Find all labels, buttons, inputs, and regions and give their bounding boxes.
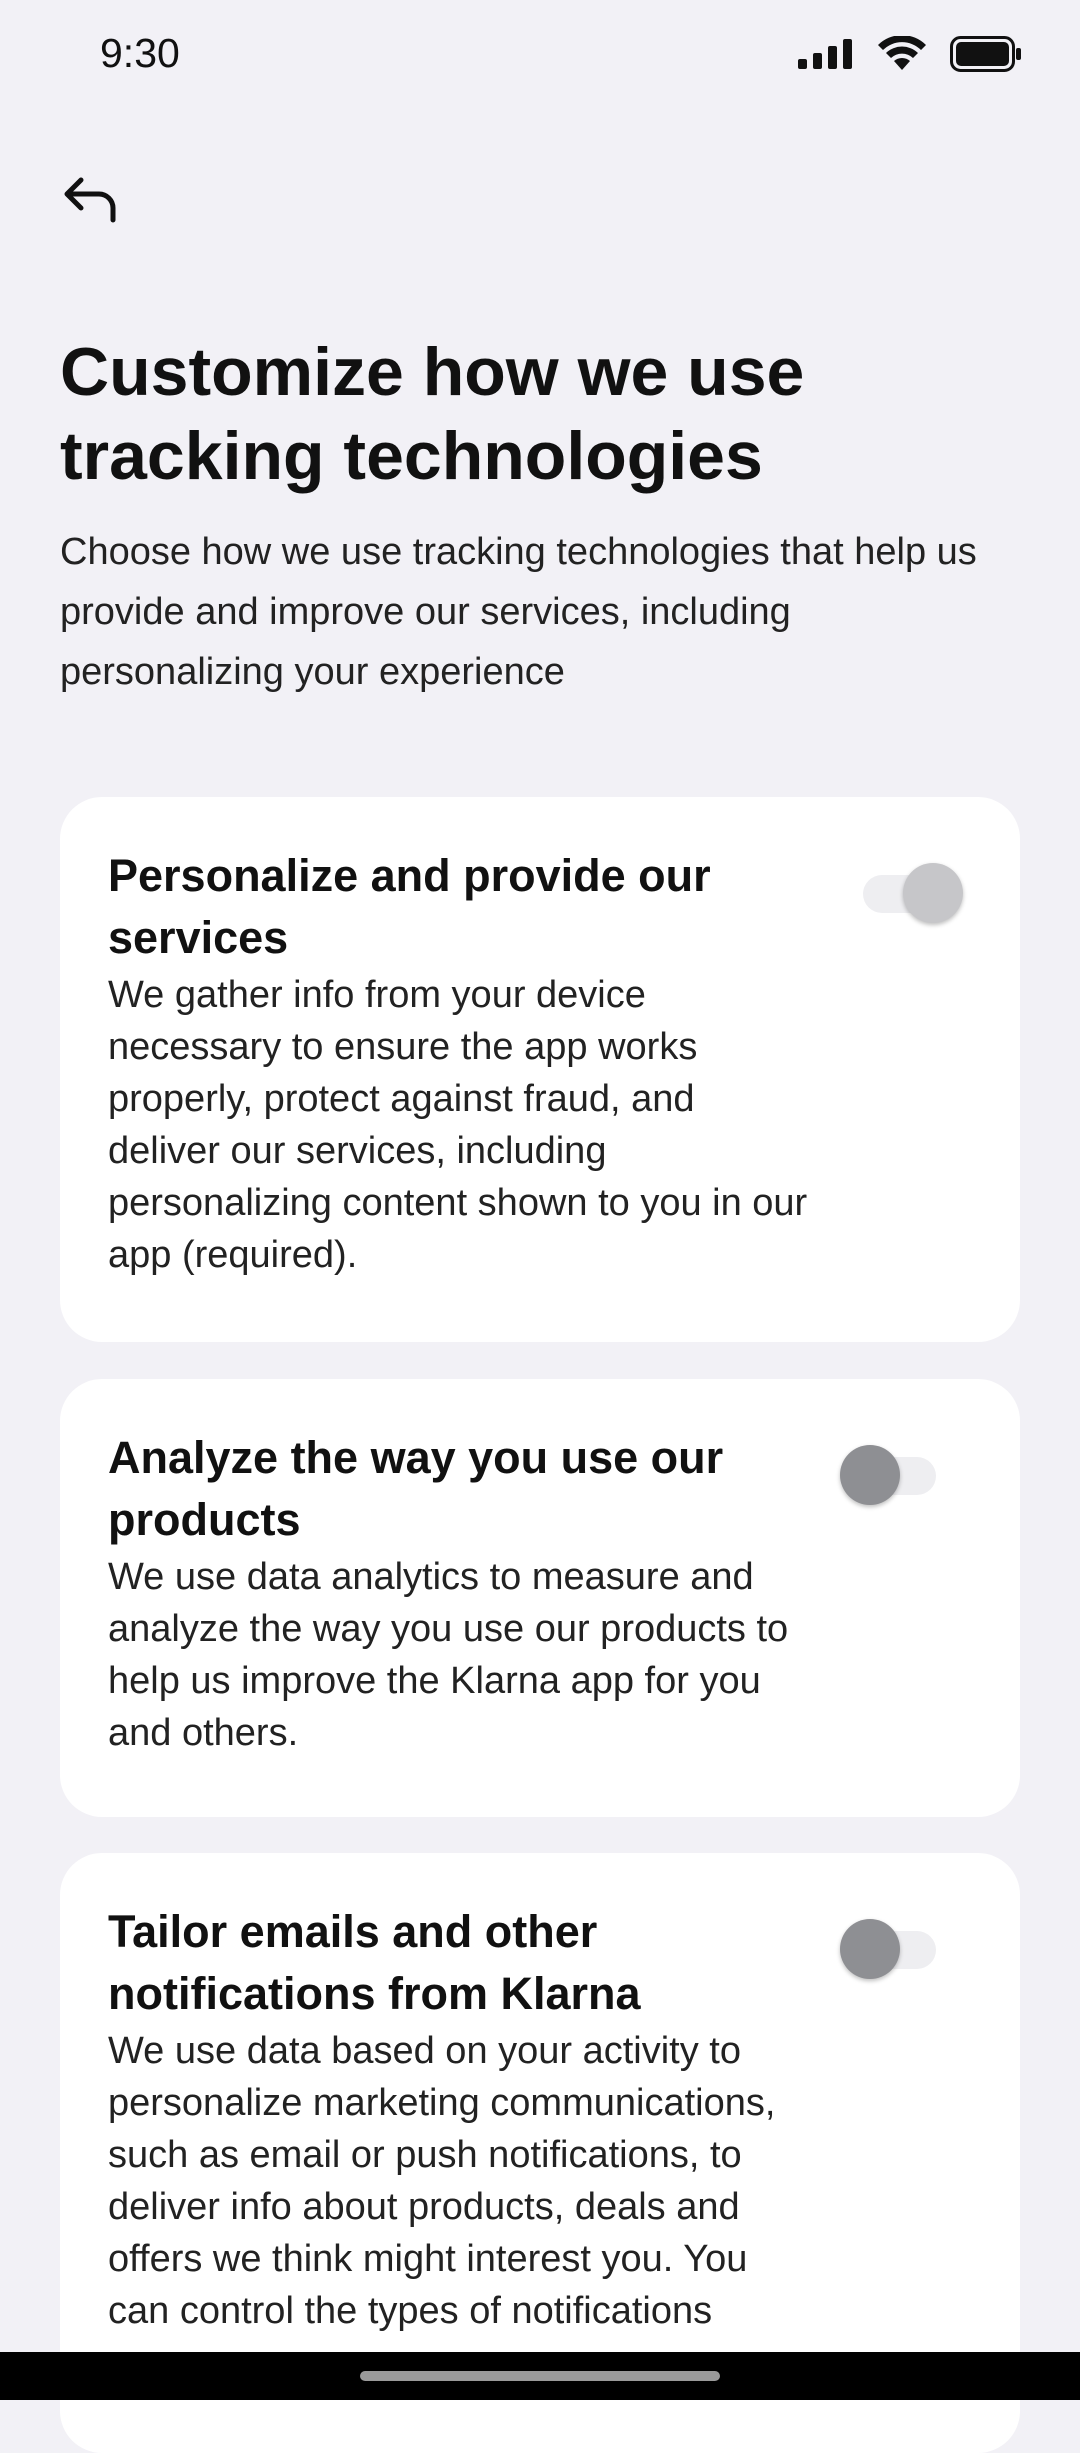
tracking-option-card-personalize: Personalize and provide our services We … — [60, 797, 1020, 1342]
toggle-thumb — [840, 1445, 900, 1505]
home-indicator[interactable] — [360, 2371, 720, 2381]
analytics-toggle[interactable] — [840, 1439, 940, 1505]
marketing-toggle[interactable] — [840, 1913, 940, 1979]
back-button[interactable] — [52, 162, 130, 240]
card-title: Tailor emails and other notifications fr… — [108, 1906, 641, 2019]
card-title: Analyze the way you use our products — [108, 1432, 724, 1545]
status-time: 9:30 — [100, 30, 180, 76]
card-description: We gather info from your device necessar… — [108, 974, 808, 1276]
card-description: We use data based on your activity to pe… — [108, 2030, 776, 2332]
wifi-icon — [878, 36, 926, 70]
personalize-toggle[interactable] — [863, 857, 963, 923]
tracking-option-card-analytics: Analyze the way you use our products We … — [60, 1379, 1020, 1817]
status-bar: 9:30 — [0, 0, 1080, 110]
card-title: Personalize and provide our services — [108, 850, 711, 963]
status-icons — [798, 36, 1022, 72]
page-title: Customize how we use tracking technologi… — [60, 334, 805, 494]
toggle-thumb — [840, 1919, 900, 1979]
battery-icon — [950, 36, 1021, 72]
system-nav-bar — [0, 2352, 1080, 2400]
signal-icon — [798, 39, 852, 69]
card-description: We use data analytics to measure and ana… — [108, 1556, 789, 1754]
toggle-thumb — [903, 863, 963, 923]
back-arrow-icon — [64, 177, 116, 223]
page-subtitle: Choose how we use tracking technologies … — [60, 531, 977, 693]
